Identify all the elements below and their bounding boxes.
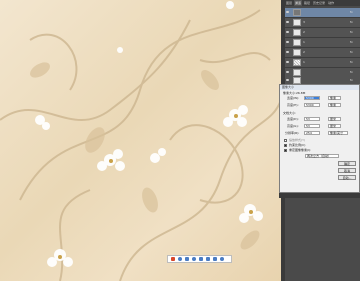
scale-styles-label: 缩放样式(Y): [289, 138, 306, 142]
keyboard-icon[interactable]: [199, 257, 203, 261]
visibility-eye-icon[interactable]: [286, 31, 289, 33]
panel-tabs: 图层 通道 路径 历史记录 动作: [285, 0, 360, 6]
settings-icon[interactable]: [213, 257, 217, 261]
fx-icon[interactable]: fx: [350, 70, 353, 74]
doc-height-unit-select[interactable]: 厘米: [328, 124, 341, 128]
layer-row[interactable]: 1 fx: [285, 58, 360, 68]
ok-button[interactable]: 确定: [338, 161, 356, 166]
height-label: 高度(H):: [287, 103, 299, 107]
height-input[interactable]: 5300: [304, 103, 320, 107]
layer-row[interactable]: 2 fx: [285, 28, 360, 38]
scale-styles-checkbox[interactable]: [284, 139, 287, 142]
doc-width-unit-select[interactable]: 厘米: [328, 117, 341, 121]
visibility-eye-icon[interactable]: [286, 51, 289, 53]
constrain-label: 约束比例(C): [289, 143, 306, 147]
visibility-eye-icon[interactable]: [286, 11, 289, 13]
tab-paths[interactable]: 路径: [303, 0, 311, 6]
fx-icon[interactable]: fx: [350, 40, 353, 44]
visibility-eye-icon[interactable]: [286, 61, 289, 63]
layer-thumbnail: [293, 39, 301, 46]
interpolation-select[interactable]: 两次立方（自动）: [305, 154, 339, 158]
layer-name: 3: [303, 20, 305, 24]
layer-thumbnail: [293, 9, 301, 16]
layer-row[interactable]: 3 fx: [285, 18, 360, 28]
tab-history[interactable]: 历史记录: [312, 0, 326, 6]
tab-channels[interactable]: 通道: [294, 0, 303, 6]
tab-actions[interactable]: 动作: [327, 0, 335, 6]
visibility-eye-icon[interactable]: [286, 41, 289, 43]
floral-pattern-image: [0, 1, 281, 281]
layer-thumbnail: [293, 19, 301, 26]
width-input[interactable]: 5300: [304, 96, 320, 100]
fx-icon[interactable]: fx: [350, 60, 353, 64]
resolution-unit-select[interactable]: 像素/英寸: [328, 131, 348, 135]
panel-bottom-strip: [279, 193, 360, 198]
fx-icon[interactable]: fx: [350, 50, 353, 54]
user-icon[interactable]: [220, 257, 224, 261]
visibility-eye-icon[interactable]: [286, 79, 289, 81]
layer-row[interactable]: 2 fx: [285, 48, 360, 58]
layer-thumbnail: [293, 49, 301, 56]
height-unit-select[interactable]: 像素: [328, 103, 341, 107]
fx-icon[interactable]: fx: [350, 10, 353, 14]
pixel-dimensions-label: 像素大小:26.8M: [283, 91, 306, 95]
layer-name: 2: [303, 30, 305, 34]
floating-toolbar: [167, 255, 232, 263]
cancel-button[interactable]: 取消: [338, 168, 356, 173]
resolution-input[interactable]: 254: [304, 131, 320, 135]
resample-label: 重定图像像素(I):: [289, 148, 312, 152]
resolution-label: 分辨率(R):: [285, 131, 300, 135]
layer-row[interactable]: fx: [285, 8, 360, 18]
doc-height-label: 高度(G):: [287, 124, 299, 128]
mic-icon[interactable]: [192, 257, 196, 261]
auto-button[interactable]: 自动...: [338, 175, 356, 180]
layer-thumbnail: [293, 29, 301, 36]
width-label: 宽度(W):: [287, 96, 300, 100]
layer-thumbnail: [293, 69, 301, 76]
layer-thumbnail: [293, 59, 301, 66]
resample-checkbox[interactable]: [284, 149, 287, 152]
image-size-dialog: 图像大小 像素大小:26.8M 宽度(W): 5300 像素 高度(H): 53…: [279, 84, 360, 193]
dialog-title: 图像大小: [280, 85, 359, 90]
document-size-label: 文档大小:: [283, 111, 297, 115]
visibility-eye-icon[interactable]: [286, 21, 289, 23]
fx-icon[interactable]: fx: [350, 30, 353, 34]
layer-row[interactable]: 1 fx: [285, 38, 360, 48]
pen-icon[interactable]: [185, 257, 189, 261]
doc-height-input[interactable]: 53: [304, 124, 320, 128]
doc-width-input[interactable]: 53: [304, 117, 320, 121]
width-unit-select[interactable]: 像素: [328, 96, 341, 100]
layer-name: 2: [303, 50, 305, 54]
constrain-checkbox[interactable]: [284, 144, 287, 147]
app-logo-icon[interactable]: [171, 257, 175, 261]
fx-icon[interactable]: fx: [350, 78, 353, 82]
shirt-icon[interactable]: [206, 257, 210, 261]
tab-layers[interactable]: 图层: [285, 0, 293, 6]
globe-icon[interactable]: [178, 257, 182, 261]
layer-name: 1: [303, 60, 305, 64]
layer-name: 1: [303, 40, 305, 44]
doc-width-label: 宽度(D):: [287, 117, 299, 121]
fx-icon[interactable]: fx: [350, 20, 353, 24]
visibility-eye-icon[interactable]: [286, 71, 289, 73]
document-canvas[interactable]: [0, 0, 281, 281]
layer-thumbnail: [293, 77, 301, 84]
